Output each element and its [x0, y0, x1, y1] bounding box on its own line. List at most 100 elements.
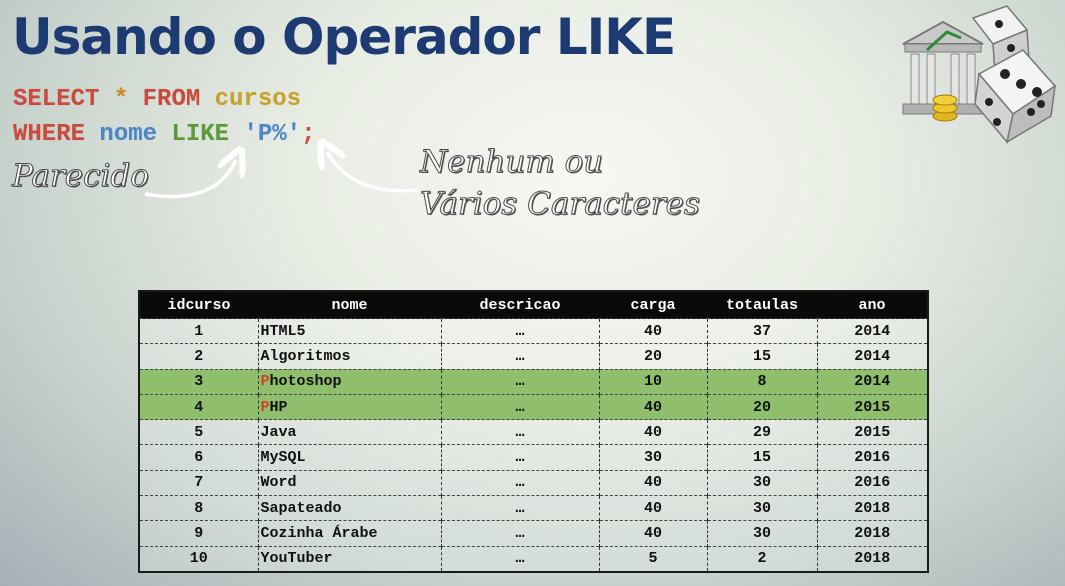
table-row: 2 Algoritmos… 20 15 2014	[138, 343, 928, 370]
arrow-to-percent	[327, 152, 419, 193]
cell-ano: 2015	[816, 419, 928, 445]
arrow-to-like	[144, 160, 236, 199]
cell-nome: MySQL	[257, 444, 441, 471]
cell-idcurso: 4	[138, 393, 258, 420]
cell-idcurso: 3	[138, 368, 258, 395]
cell-carga: 40	[598, 419, 707, 445]
cell-totaulas: 37	[706, 317, 817, 344]
cell-descricao: …	[440, 368, 599, 395]
cell-idcurso: 2	[138, 343, 258, 370]
nome-first-letter: Y	[260, 550, 270, 568]
table-row: 3 Photoshop… 10 8 2014	[138, 368, 928, 395]
cell-ano: 2018	[816, 495, 928, 521]
header-ano: ano	[817, 291, 928, 319]
cell-carga: 30	[598, 444, 707, 471]
cell-carga: 40	[598, 317, 707, 344]
table-row: 7 Word… 40 30 2016	[138, 469, 928, 496]
nome-rest: ozinha Árabe	[269, 525, 378, 543]
nome-first-letter: S	[260, 499, 270, 517]
nome-first-letter: W	[260, 474, 270, 492]
cell-idcurso: 6	[138, 444, 258, 471]
table-row: 4 PHP… 40 20 2015	[138, 393, 928, 420]
cell-descricao: …	[440, 520, 599, 547]
cell-descricao: …	[440, 469, 599, 496]
table-row: 5 Java… 40 29 2015	[138, 419, 928, 445]
table-body: 1 HTML5… 40 37 2014 2 Algoritmos… 20 15 2014 3 Phot…	[138, 317, 928, 572]
cell-totaulas: 30	[706, 520, 817, 547]
cell-idcurso: 5	[138, 419, 258, 445]
cell-totaulas: 29	[706, 419, 817, 445]
nome-first-letter: P	[260, 398, 270, 416]
cell-nome: Cozinha Árabe	[257, 520, 441, 547]
header-idcurso: idcurso	[139, 291, 258, 319]
cell-ano: 2014	[816, 368, 928, 395]
table-header-row: idcurso nome descricao carga totaulas an…	[139, 291, 928, 319]
cell-totaulas: 30	[706, 469, 817, 496]
nome-first-letter: J	[260, 423, 270, 441]
cell-nome: Photoshop	[257, 368, 441, 395]
cell-carga: 20	[598, 343, 707, 370]
table-row: 10 YouTuber… 5 2 2018	[138, 545, 928, 572]
cell-nome: Word	[257, 469, 441, 496]
cursos-table: idcurso nome descricao carga totaulas an…	[138, 290, 929, 573]
cell-carga: 40	[598, 469, 707, 496]
cell-ano: 2018	[816, 545, 928, 572]
nome-rest: ySQL	[269, 449, 306, 467]
nome-rest: TML5	[269, 322, 306, 340]
cell-descricao: …	[440, 419, 599, 445]
cell-descricao: …	[440, 444, 599, 471]
table-row: 8 Sapateado… 40 30 2018	[138, 495, 928, 521]
nome-rest: HP	[269, 398, 288, 416]
cell-carga: 40	[598, 520, 707, 547]
cell-descricao: …	[440, 393, 599, 420]
cell-totaulas: 2	[706, 545, 817, 572]
cell-totaulas: 15	[706, 343, 817, 370]
nome-first-letter: P	[260, 373, 270, 391]
nome-first-letter: A	[260, 347, 270, 365]
cell-idcurso: 9	[138, 520, 258, 547]
cell-ano: 2018	[816, 520, 928, 547]
cell-carga: 10	[598, 368, 707, 395]
cell-ano: 2016	[816, 444, 928, 471]
nome-rest: ouTuber	[269, 550, 333, 568]
cell-nome: HTML5	[257, 317, 441, 344]
bank-dice-icon	[902, 5, 1057, 144]
header-totaulas: totaulas	[707, 291, 817, 319]
cell-totaulas: 20	[706, 393, 817, 420]
cell-nome: Java	[257, 419, 441, 445]
cell-ano: 2015	[816, 393, 928, 420]
cell-nome: Sapateado	[257, 495, 441, 521]
cell-nome: Algoritmos	[257, 343, 441, 370]
cell-nome: YouTuber	[257, 545, 441, 572]
nome-rest: lgoritmos	[269, 347, 351, 365]
cell-nome: PHP	[257, 393, 441, 420]
cell-totaulas: 8	[706, 368, 817, 395]
nome-first-letter: M	[260, 449, 270, 467]
cell-idcurso: 8	[138, 495, 258, 521]
table-row: 9 Cozinha Árabe… 40 30 2018	[138, 520, 928, 547]
cell-idcurso: 10	[138, 545, 258, 572]
cell-totaulas: 30	[706, 495, 817, 521]
cell-ano: 2014	[816, 343, 928, 370]
nome-rest: apateado	[269, 499, 342, 517]
cell-descricao: …	[440, 545, 599, 572]
header-descricao: descricao	[441, 291, 599, 319]
cell-carga: 40	[598, 495, 707, 521]
cell-idcurso: 7	[138, 469, 258, 496]
cell-descricao: …	[440, 495, 599, 521]
header-carga: carga	[599, 291, 707, 319]
cell-descricao: …	[440, 317, 599, 344]
cell-ano: 2014	[816, 317, 928, 344]
nome-first-letter: C	[260, 525, 270, 543]
table-row: 1 HTML5… 40 37 2014	[138, 317, 928, 344]
nome-first-letter: H	[260, 322, 270, 340]
nome-rest: hotoshop	[269, 373, 342, 391]
nome-rest: ava	[269, 423, 297, 441]
cell-descricao: …	[440, 343, 599, 370]
cell-idcurso: 1	[138, 317, 258, 344]
cell-totaulas: 15	[706, 444, 817, 471]
cell-carga: 40	[598, 393, 707, 420]
cell-ano: 2016	[816, 469, 928, 496]
cell-carga: 5	[598, 545, 707, 572]
header-nome: nome	[258, 291, 441, 319]
